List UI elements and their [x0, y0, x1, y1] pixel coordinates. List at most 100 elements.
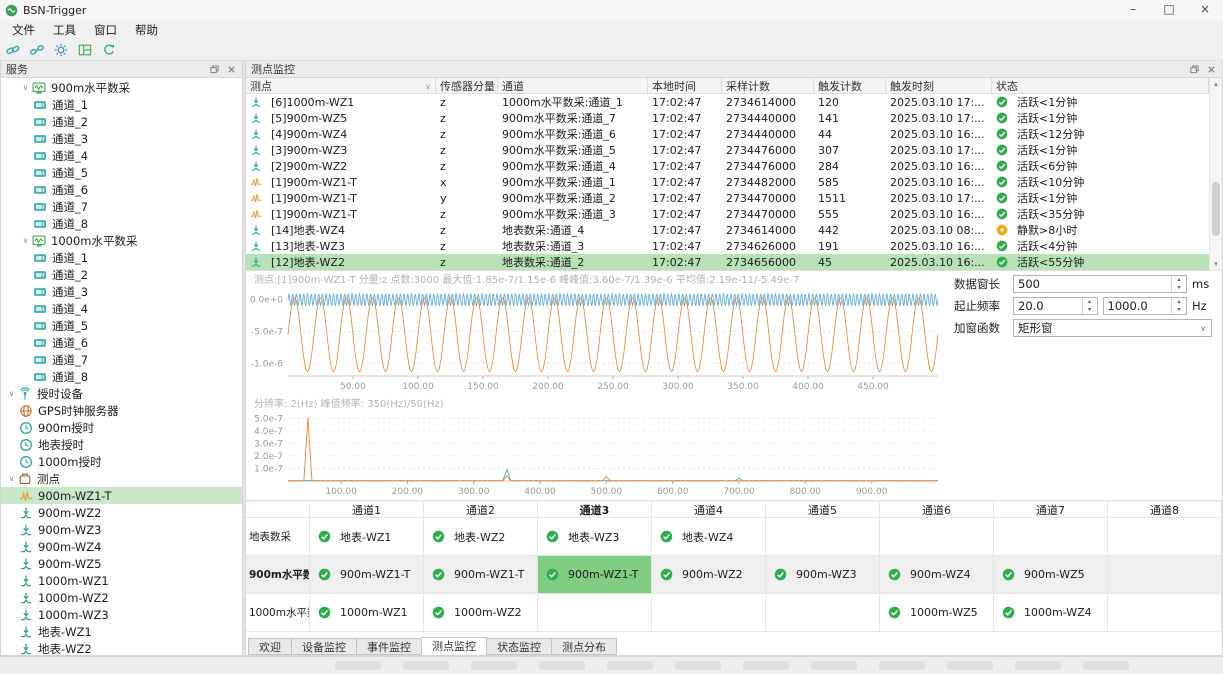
window-function-select[interactable]: 矩形窗 ∨ — [1013, 319, 1212, 337]
tree-item[interactable]: 通道_7 — [1, 198, 242, 215]
grid-cell[interactable]: 地表-WZ3 — [538, 518, 652, 556]
tree-item[interactable]: 900m-WZ3 — [1, 521, 242, 538]
freq-start-value[interactable]: 20.0 — [1014, 299, 1082, 313]
spinner-buttons-icon[interactable]: ▴▾ — [1171, 276, 1186, 292]
tab-5[interactable]: 状态监控 — [486, 638, 552, 655]
tree-item[interactable]: 通道_7 — [1, 351, 242, 368]
grid-cell[interactable]: 900m-WZ1-T — [538, 556, 652, 594]
tree-item[interactable]: 900m授时 — [1, 419, 242, 436]
close-panel-icon[interactable] — [224, 63, 238, 76]
column-header-5[interactable]: 采样计数 — [722, 78, 814, 94]
waveform-chart[interactable]: 0.0e+0-5.0e-7-1.0e-650.00100.00150.00200… — [246, 284, 946, 392]
grid-cell[interactable]: 地表-WZ1 — [310, 518, 424, 556]
settings-button[interactable] — [53, 40, 74, 59]
tree-item[interactable]: 通道_1 — [1, 249, 242, 266]
table-row[interactable]: [1]900m-WZ1-Tx900m水平数采:通道_117:02:4727344… — [246, 174, 1209, 190]
sort-indicator-icon[interactable]: ∨ — [425, 82, 431, 91]
grid-cell[interactable]: 900m-WZ4 — [880, 556, 994, 594]
grid-cell[interactable]: 900m-WZ3 — [766, 556, 880, 594]
grid-cell[interactable]: 1000m-WZ2 — [424, 594, 538, 632]
table-row[interactable]: [4]900m-WZ4z900m水平数采:通道_617:02:472734440… — [246, 126, 1209, 142]
tree-item[interactable]: 通道_6 — [1, 181, 242, 198]
spectrum-chart[interactable]: 5.0e-74.0e-73.0e-72.0e-71.0e-7100.00200.… — [246, 408, 946, 497]
grid-cell[interactable]: 900m-WZ2 — [652, 556, 766, 594]
tree-item[interactable]: 通道_2 — [1, 266, 242, 283]
tree-item[interactable]: 1000m授时 — [1, 453, 242, 470]
tree-item[interactable]: 通道_4 — [1, 147, 242, 164]
close-panel-icon[interactable] — [1204, 63, 1218, 76]
tree-item[interactable]: 通道_5 — [1, 164, 242, 181]
tree-item[interactable]: 地表-WZ2 — [1, 640, 242, 655]
tree-item[interactable]: 通道_8 — [1, 215, 242, 232]
tree-item[interactable]: 地表授时 — [1, 436, 242, 453]
freq-end-spinbox[interactable]: 1000.0 ▴▾ — [1103, 297, 1188, 315]
tree-item[interactable]: ∨授时设备 — [1, 385, 242, 402]
tree-item[interactable]: 1000m-WZ3 — [1, 606, 242, 623]
window-length-spinbox[interactable]: 500 ▴▾ — [1013, 275, 1187, 293]
tree-item[interactable]: GPS时钟服务器 — [1, 402, 242, 419]
tree-item[interactable]: ∨1000m水平数采 — [1, 232, 242, 249]
tab-3[interactable]: 事件监控 — [356, 638, 422, 655]
float-panel-icon[interactable] — [1187, 63, 1201, 76]
tree-item[interactable]: 通道_1 — [1, 96, 242, 113]
tree-item[interactable]: 900m-WZ2 — [1, 504, 242, 521]
table-row[interactable]: [3]900m-WZ3z900m水平数采:通道_517:02:472734476… — [246, 142, 1209, 158]
tab-6[interactable]: 测点分布 — [551, 638, 617, 655]
column-header-8[interactable]: 状态 — [992, 78, 1209, 94]
table-row[interactable]: [12]地表-WZ2z地表数采:通道_217:02:47273465600045… — [246, 254, 1209, 270]
tab-1[interactable]: 欢迎 — [248, 638, 292, 655]
freq-end-value[interactable]: 1000.0 — [1104, 299, 1172, 313]
tree-item[interactable]: 地表-WZ1 — [1, 623, 242, 640]
tree-item[interactable]: 900m-WZ1-T — [1, 487, 242, 504]
scroll-down-icon[interactable]: ▾ — [1214, 258, 1218, 270]
menu-item-3[interactable]: 窗口 — [85, 21, 126, 39]
expander-icon[interactable]: ∨ — [5, 389, 18, 398]
table-row[interactable]: [13]地表-WZ3z地表数采:通道_317:02:47273462600019… — [246, 238, 1209, 254]
grid-cell[interactable]: 地表-WZ2 — [424, 518, 538, 556]
tab-2[interactable]: 设备监控 — [291, 638, 357, 655]
tree-item[interactable]: 900m-WZ5 — [1, 555, 242, 572]
grid-cell[interactable]: 1000m-WZ5 — [880, 594, 994, 632]
grid-cell[interactable]: 900m-WZ1-T — [310, 556, 424, 594]
table-row[interactable]: [6]1000m-WZ1z1000m水平数采:通道_117:02:4727346… — [246, 94, 1209, 110]
tree-item[interactable]: 1000m-WZ2 — [1, 589, 242, 606]
close-button[interactable]: × — [1187, 0, 1223, 20]
tree-item[interactable]: 1000m-WZ1 — [1, 572, 242, 589]
column-header-2[interactable]: 传感器分量 — [436, 78, 498, 94]
expander-icon[interactable]: ∨ — [19, 83, 32, 92]
freq-start-spinbox[interactable]: 20.0 ▴▾ — [1013, 297, 1098, 315]
tree-item[interactable]: 通道_2 — [1, 113, 242, 130]
menu-item-4[interactable]: 帮助 — [126, 21, 167, 39]
expander-icon[interactable]: ∨ — [5, 474, 18, 483]
scroll-thumb[interactable] — [1212, 182, 1220, 236]
column-header-4[interactable]: 本地时间 — [648, 78, 722, 94]
tree-item[interactable]: 通道_5 — [1, 317, 242, 334]
connect-button[interactable] — [5, 40, 26, 59]
scroll-up-icon[interactable]: ▴ — [1214, 78, 1218, 90]
menu-item-2[interactable]: 工具 — [44, 21, 85, 39]
minimize-button[interactable]: – — [1115, 0, 1151, 20]
table-scrollbar[interactable]: ▴ ▾ — [1209, 78, 1222, 270]
spinner-buttons-icon[interactable]: ▴▾ — [1171, 298, 1186, 314]
tree-item[interactable]: 900m-WZ4 — [1, 538, 242, 555]
column-header-1[interactable]: 测点∨ — [246, 78, 436, 94]
table-row[interactable]: [5]900m-WZ5z900m水平数采:通道_717:02:472734440… — [246, 110, 1209, 126]
column-header-7[interactable]: 触发时刻 — [886, 78, 992, 94]
refresh-button[interactable] — [101, 40, 122, 59]
table-row[interactable]: [2]900m-WZ2z900m水平数采:通道_417:02:472734476… — [246, 158, 1209, 174]
maximize-button[interactable]: □ — [1151, 0, 1187, 20]
table-row[interactable]: [1]900m-WZ1-Ty900m水平数采:通道_217:02:4727344… — [246, 190, 1209, 206]
column-header-6[interactable]: 触发计数 — [814, 78, 886, 94]
tree-item[interactable]: ∨900m水平数采 — [1, 79, 242, 96]
grid-cell[interactable]: 1000m-WZ4 — [994, 594, 1108, 632]
expander-icon[interactable]: ∨ — [19, 236, 32, 245]
grid-cell[interactable]: 地表-WZ4 — [652, 518, 766, 556]
column-header-3[interactable]: 通道 — [498, 78, 648, 94]
panels-button[interactable] — [77, 40, 98, 59]
tree-item[interactable]: ∨测点 — [1, 470, 242, 487]
disconnect-button[interactable] — [29, 40, 50, 59]
float-panel-icon[interactable] — [207, 63, 221, 76]
menu-item-1[interactable]: 文件 — [3, 21, 44, 39]
spinner-buttons-icon[interactable]: ▴▾ — [1082, 298, 1097, 314]
tree-item[interactable]: 通道_3 — [1, 130, 242, 147]
